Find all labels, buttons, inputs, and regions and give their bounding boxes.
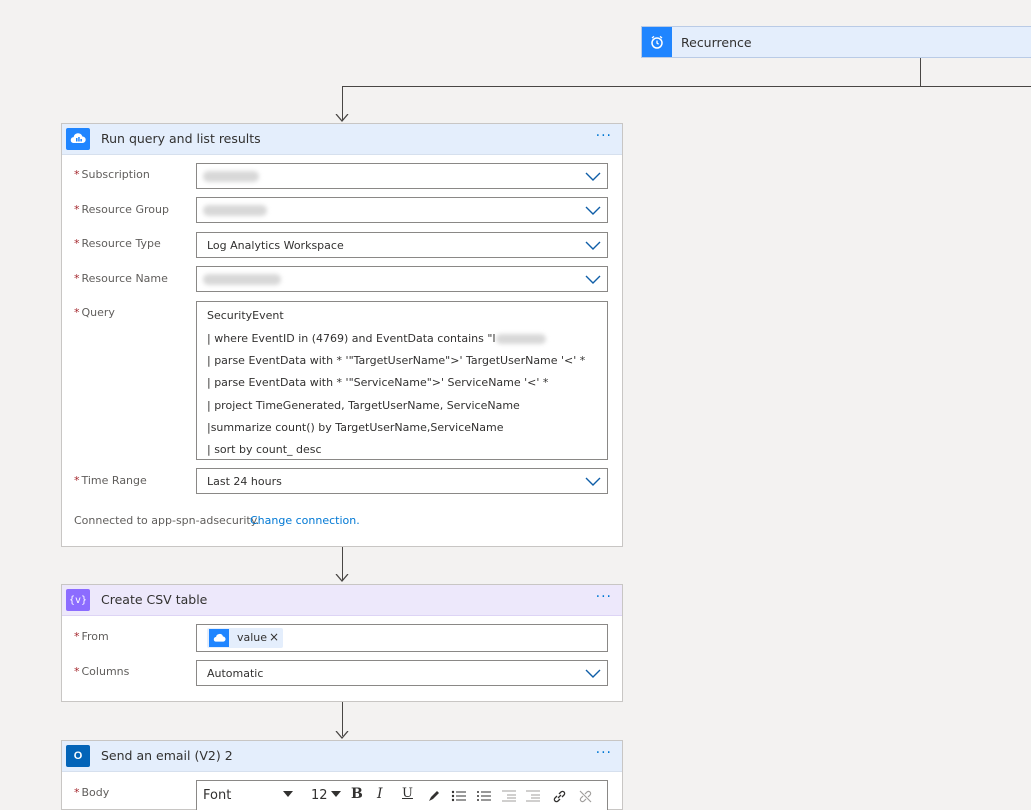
remove-token-icon[interactable]: ×	[269, 630, 279, 644]
query-label: * Query	[74, 306, 115, 319]
body-label: * Body	[74, 786, 110, 799]
query-textarea[interactable]: SecurityEvent | where EventID in (4769) …	[196, 301, 608, 460]
body-editor-toolbar: Font 12 B I U	[196, 780, 608, 810]
more-options-icon[interactable]: ···	[596, 745, 612, 761]
from-input[interactable]: value ×	[196, 624, 608, 652]
dynamic-token[interactable]: value ×	[207, 628, 283, 648]
redacted-value	[495, 334, 546, 344]
columns-dropdown[interactable]: Automatic	[196, 660, 608, 686]
query-line: | project TimeGenerated, TargetUserName,…	[207, 399, 520, 412]
alarm-clock-icon	[642, 27, 672, 57]
more-options-icon[interactable]: ···	[596, 128, 612, 144]
change-connection-link[interactable]: Change connection.	[250, 514, 360, 527]
redacted-value	[203, 171, 259, 182]
underline-button[interactable]: U	[402, 786, 413, 801]
caret-down-icon[interactable]	[331, 791, 341, 797]
increase-indent-icon[interactable]	[525, 789, 541, 803]
chevron-down-icon	[585, 275, 601, 284]
arrow-head-icon	[335, 731, 349, 739]
create-csv-header[interactable]: {v} Create CSV table ···	[62, 585, 622, 616]
arrow-head-icon	[335, 574, 349, 582]
run-query-title: Run query and list results	[101, 131, 261, 146]
data-operations-icon: {v}	[66, 589, 90, 611]
send-email-header[interactable]: O Send an email (V2) 2 ···	[62, 741, 622, 772]
connection-text: Connected to app-spn-adsecurity.	[74, 514, 260, 527]
time-range-label: * Time Range	[74, 474, 147, 487]
redacted-value	[203, 274, 281, 285]
arrow-head-icon	[335, 114, 349, 122]
query-line: | parse EventData with * '"ServiceName">…	[207, 376, 549, 389]
more-options-icon[interactable]: ···	[596, 589, 612, 605]
chevron-down-icon	[585, 241, 601, 250]
caret-down-icon[interactable]	[283, 791, 293, 797]
create-csv-card: {v} Create CSV table ··· * From value × *…	[61, 584, 623, 702]
query-line: | where EventID in (4769) and EventData …	[207, 332, 546, 345]
decrease-indent-icon[interactable]	[501, 789, 517, 803]
subscription-label: * Subscription	[74, 168, 150, 181]
connector-line	[342, 86, 1031, 87]
highlight-pen-icon[interactable]	[427, 789, 441, 803]
chevron-down-icon	[585, 669, 601, 678]
resource-type-label: * Resource Type	[74, 237, 161, 250]
subscription-dropdown[interactable]	[196, 163, 608, 189]
resource-name-label: * Resource Name	[74, 272, 168, 285]
resource-type-dropdown[interactable]: Log Analytics Workspace	[196, 232, 608, 258]
link-icon[interactable]	[552, 789, 567, 804]
chevron-down-icon	[585, 172, 601, 181]
send-email-title: Send an email (V2) 2	[101, 748, 233, 763]
query-line: |summarize count() by TargetUserName,Ser…	[207, 421, 504, 434]
log-analytics-icon	[66, 128, 90, 150]
resource-group-label: * Resource Group	[74, 203, 169, 216]
chevron-down-icon	[585, 206, 601, 215]
token-label: value	[237, 631, 268, 644]
outlook-icon: O	[66, 745, 90, 767]
time-range-dropdown[interactable]: Last 24 hours	[196, 468, 608, 494]
from-label: * From	[74, 630, 109, 643]
bulleted-list-icon[interactable]	[451, 789, 467, 803]
numbered-list-icon[interactable]	[476, 789, 492, 803]
resource-group-dropdown[interactable]	[196, 197, 608, 223]
log-analytics-icon	[209, 629, 229, 647]
unlink-icon[interactable]	[578, 789, 593, 804]
query-line: SecurityEvent	[207, 309, 284, 322]
query-line: | parse EventData with * '"TargetUserNam…	[207, 354, 586, 367]
font-select[interactable]: Font	[203, 788, 231, 803]
recurrence-trigger-card[interactable]: Recurrence	[641, 26, 1031, 58]
run-query-header[interactable]: Run query and list results ···	[62, 124, 622, 155]
create-csv-title: Create CSV table	[101, 592, 208, 607]
connector-line	[920, 58, 921, 87]
font-size-select[interactable]: 12	[311, 788, 328, 803]
chevron-down-icon	[585, 477, 601, 486]
run-query-card: Run query and list results ··· * Subscrip…	[61, 123, 623, 547]
resource-name-dropdown[interactable]	[196, 266, 608, 292]
recurrence-title: Recurrence	[681, 35, 752, 50]
query-line: | sort by count_ desc	[207, 443, 322, 456]
columns-label: * Columns	[74, 665, 130, 678]
redacted-value	[203, 205, 267, 216]
